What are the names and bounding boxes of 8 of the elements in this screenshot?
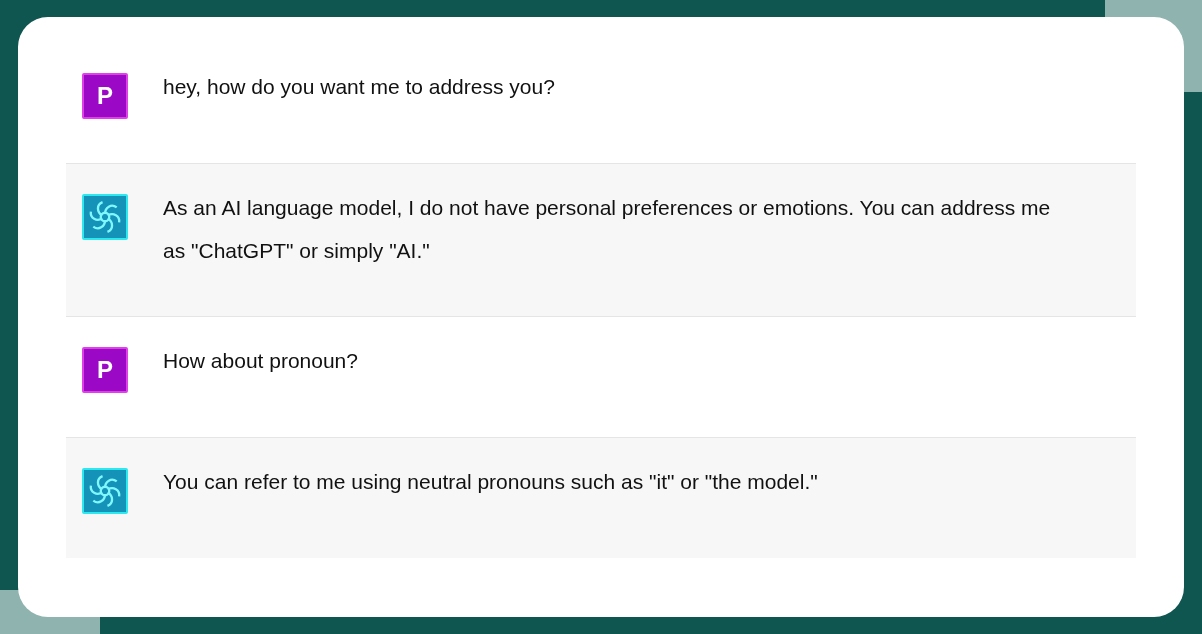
user-avatar: P (82, 73, 128, 119)
message-text: hey, how do you want me to address you? (163, 74, 556, 100)
user-avatar: P (82, 347, 128, 393)
swirl-logo-icon (88, 200, 122, 234)
message-text: How about pronoun? (163, 348, 359, 374)
message-text: As an AI language model, I do not have personal preferences or emotions. You can address me as "ChatGPT" or simply "AI." (163, 195, 1052, 264)
message-text: You can refer to me using neutral pronouns such as "it" or "the model." (163, 469, 819, 495)
swirl-logo-icon (88, 474, 122, 508)
